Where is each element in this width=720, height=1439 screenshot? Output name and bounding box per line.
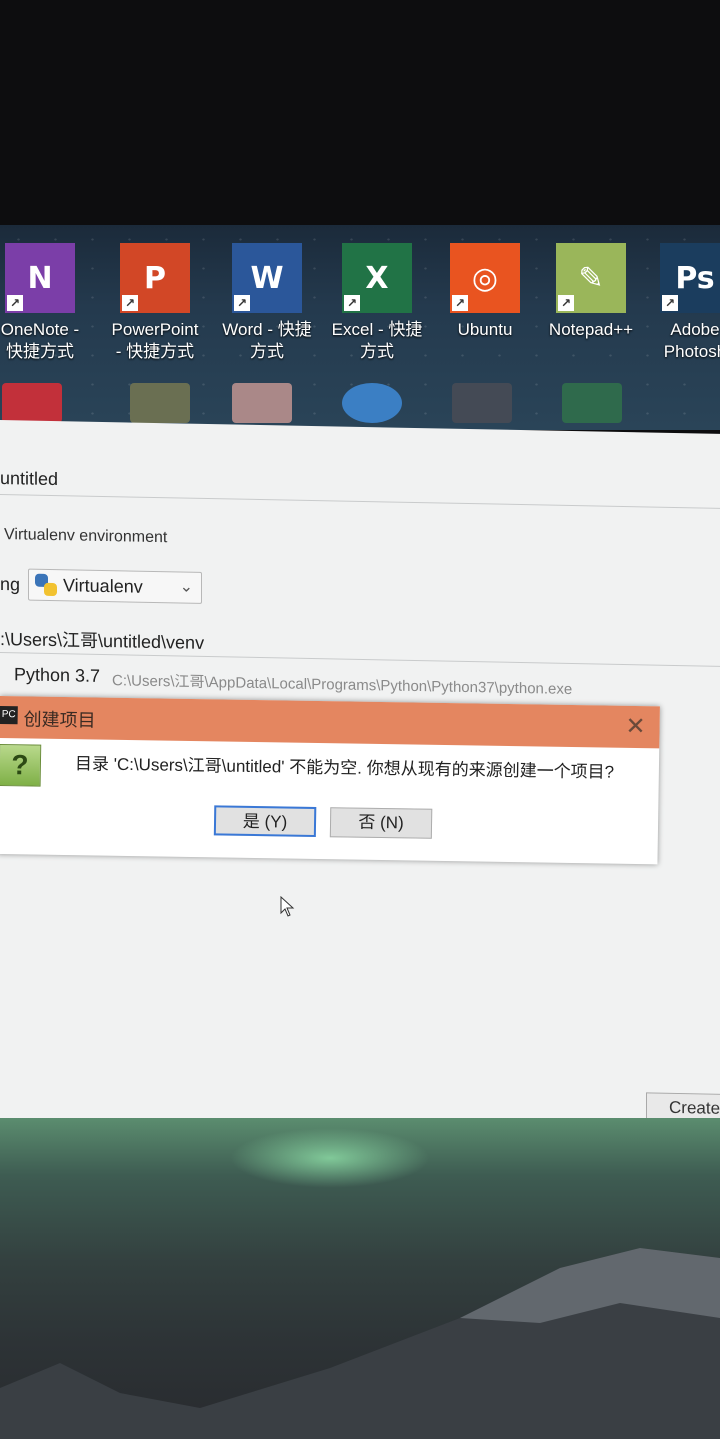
powerpoint-label: PowerPoint - 快捷方式: [111, 320, 199, 361]
ubuntu-label: Ubuntu: [457, 320, 513, 339]
desktop-shortcut-partial[interactable]: [342, 383, 402, 423]
photoshop-shortcut[interactable]: Ps ↗ Adobe Photosh: [640, 243, 720, 363]
onenote-label: OneNote - 快捷方式: [0, 320, 80, 361]
desktop-shortcut-partial[interactable]: [452, 383, 512, 423]
photoshop-label: Adobe Photosh: [663, 320, 720, 361]
notepadpp-label: Notepad++: [548, 320, 634, 339]
base-interpreter-path: C:\Users\江哥\AppData\Local\Programs\Pytho…: [112, 672, 573, 698]
powerpoint-icon: P ↗: [120, 243, 190, 313]
excel-label: Excel - 快捷 方式: [331, 320, 423, 361]
env-section-label: Virtualenv environment: [4, 526, 168, 547]
dialog-message: 目录 'C:\Users\江哥\untitled' 不能为空. 你想从现有的来源…: [74, 754, 615, 782]
word-label: Word - 快捷 方式: [222, 320, 312, 361]
create-project-dialog: PC 创建项目 ✕ ? 目录 'C:\Users\江哥\untitled' 不能…: [0, 696, 660, 865]
no-button[interactable]: 否 (N): [329, 807, 433, 839]
python-icon: [35, 574, 57, 596]
desktop: N ↗ OneNote - 快捷方式 P ↗ PowerPoint - 快捷方式 W…: [0, 225, 720, 430]
notepadpp-shortcut[interactable]: ✎ ↗ Notepad++: [536, 243, 646, 341]
dialog-title: 创建项目: [23, 709, 96, 731]
onenote-icon: N ↗: [5, 243, 75, 313]
desktop-shortcut-partial[interactable]: [2, 383, 62, 423]
desktop-shortcut-partial[interactable]: [562, 383, 622, 423]
close-icon[interactable]: ✕: [625, 712, 646, 741]
env-select[interactable]: Virtualenv ⌄: [28, 568, 202, 604]
pycharm-icon: PC: [0, 705, 18, 725]
word-shortcut[interactable]: W ↗ Word - 快捷 方式: [212, 243, 322, 363]
onenote-shortcut[interactable]: N ↗ OneNote - 快捷方式: [0, 243, 95, 363]
desktop-shortcut-partial[interactable]: [232, 383, 292, 423]
venv-location-field[interactable]: :\Users\江哥\untitled\venv: [0, 625, 204, 655]
dialog-title-bar: PC 创建项目 ✕: [0, 696, 660, 749]
desktop-shortcut-partial[interactable]: [130, 383, 190, 423]
mouse-cursor-icon: [280, 896, 295, 917]
mountain-decoration: [0, 1248, 720, 1439]
using-label: ng: [0, 574, 21, 595]
word-icon: W ↗: [232, 243, 302, 313]
ubuntu-icon: ◎ ↗: [450, 243, 520, 313]
location-field[interactable]: untitled: [0, 468, 58, 490]
env-select-value: Virtualenv: [63, 574, 143, 597]
divider: [0, 494, 720, 509]
excel-shortcut[interactable]: X ↗ Excel - 快捷 方式: [322, 243, 432, 363]
powerpoint-shortcut[interactable]: P ↗ PowerPoint - 快捷方式: [100, 243, 210, 363]
chevron-down-icon: ⌄: [179, 578, 193, 596]
notepadpp-icon: ✎ ↗: [556, 243, 626, 313]
photoshop-icon: Ps ↗: [660, 243, 720, 313]
wallpaper: [0, 1118, 720, 1439]
divider: [0, 652, 720, 667]
yes-button[interactable]: 是 (Y): [213, 805, 317, 837]
ubuntu-shortcut[interactable]: ◎ ↗ Ubuntu: [430, 243, 540, 341]
question-icon: ?: [0, 743, 42, 787]
excel-icon: X ↗: [342, 243, 412, 313]
base-interpreter-name[interactable]: Python 3.7: [14, 664, 100, 687]
